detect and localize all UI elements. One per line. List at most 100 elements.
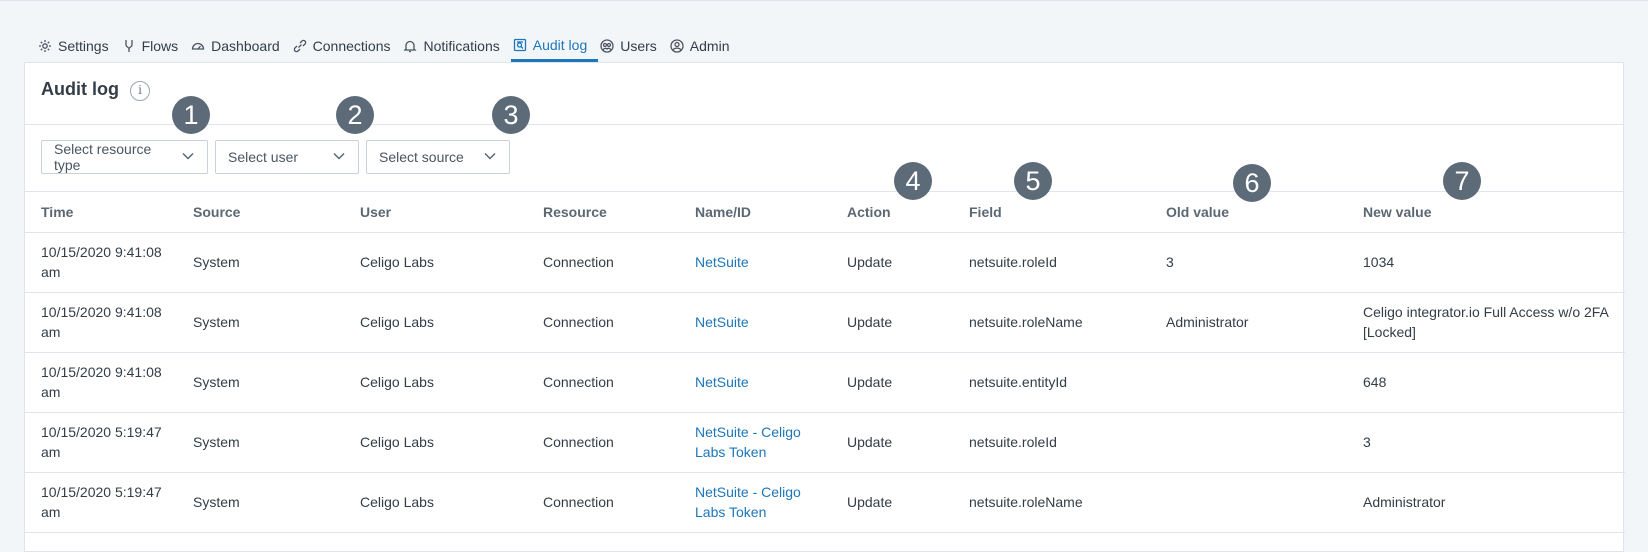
cell-resource: Connection: [527, 232, 679, 293]
cell-source: System: [177, 292, 344, 353]
tab-bar: Settings Flows Dashboard Connections Not…: [36, 30, 740, 64]
cell-new-value: Celigo integrator.io Full Access w/o 2FA…: [1347, 292, 1625, 353]
cell-action: Update: [831, 412, 953, 473]
callout-marker-3: 3: [492, 96, 530, 134]
column-header-user[interactable]: User: [344, 192, 527, 233]
cell-user: Celigo Labs: [344, 352, 527, 413]
tab-users[interactable]: Users: [598, 30, 668, 62]
select-label: Select user: [228, 149, 299, 165]
chevron-down-icon: [332, 149, 346, 166]
resource-link[interactable]: NetSuite: [695, 254, 749, 270]
cell-resource: Connection: [527, 292, 679, 353]
table-row: 10/15/2020 9:41:08 am System Celigo Labs…: [25, 352, 1625, 413]
tab-notifications[interactable]: Notifications: [401, 30, 510, 62]
cell-user: Celigo Labs: [344, 292, 527, 353]
cell-new-value: 1034: [1347, 232, 1625, 293]
gear-icon: [38, 39, 52, 53]
top-border: [0, 0, 1648, 1]
column-header-new-value[interactable]: New value: [1347, 192, 1625, 233]
resource-link[interactable]: NetSuite: [695, 314, 749, 330]
cell-time: 10/15/2020 9:41:08 am: [25, 292, 177, 353]
callout-marker-4: 4: [894, 162, 932, 200]
tab-label: Settings: [58, 38, 109, 54]
cell-time: 10/15/2020 9:41:08 am: [25, 232, 177, 293]
source-select[interactable]: Select source: [366, 140, 510, 174]
table-row: 10/15/2020 9:41:08 am System Celigo Labs…: [25, 232, 1625, 293]
admin-icon: [670, 39, 684, 53]
cell-source: System: [177, 472, 344, 533]
tab-admin[interactable]: Admin: [668, 30, 741, 62]
table-row: 10/15/2020 5:19:47 am System Celigo Labs…: [25, 472, 1625, 533]
resource-type-select[interactable]: Select resource type: [41, 140, 208, 174]
tab-dashboard[interactable]: Dashboard: [189, 30, 291, 62]
cell-field: netsuite.roleName: [953, 472, 1150, 533]
audit-log-panel: Audit log i Select resource type Select …: [24, 62, 1625, 552]
cell-field: netsuite.roleId: [953, 412, 1150, 473]
flows-icon: [122, 39, 136, 53]
table-row: 10/15/2020 9:41:08 am System Celigo Labs…: [25, 292, 1625, 353]
cell-source: System: [177, 232, 344, 293]
tab-label: Dashboard: [211, 38, 280, 54]
cell-name-id: NetSuite: [679, 232, 831, 293]
tab-audit-log[interactable]: Audit log: [510, 30, 599, 62]
tab-label: Admin: [689, 38, 730, 54]
tab-label: Connections: [312, 38, 391, 54]
callout-marker-6: 6: [1233, 164, 1271, 202]
callout-marker-7: 7: [1443, 162, 1481, 200]
select-label: Select source: [379, 149, 464, 165]
resource-link[interactable]: NetSuite - Celigo Labs Token: [695, 484, 801, 520]
column-header-name-id[interactable]: Name/ID: [679, 192, 831, 233]
tab-settings[interactable]: Settings: [36, 30, 120, 62]
tab-label: Audit log: [532, 36, 588, 53]
audit-log-icon: [513, 38, 527, 52]
cell-source: System: [177, 412, 344, 473]
column-header-source[interactable]: Source: [177, 192, 344, 233]
cell-new-value: Administrator: [1347, 472, 1625, 533]
cell-source: System: [177, 352, 344, 413]
page-title: Audit log: [41, 79, 119, 99]
cell-name-id: NetSuite - Celigo Labs Token: [679, 472, 831, 533]
dashboard-icon: [191, 39, 205, 53]
cell-user: Celigo Labs: [344, 232, 527, 293]
column-header-resource[interactable]: Resource: [527, 192, 679, 233]
cell-old-value: [1150, 352, 1347, 413]
cell-user: Celigo Labs: [344, 472, 527, 533]
bell-icon: [403, 39, 418, 53]
info-icon[interactable]: i: [130, 81, 150, 101]
table-header-row: Time Source User Resource Name/ID Action…: [25, 192, 1625, 233]
user-select[interactable]: Select user: [215, 140, 359, 174]
cell-new-value: 3: [1347, 412, 1625, 473]
resource-link[interactable]: NetSuite - Celigo Labs Token: [695, 424, 801, 460]
cell-time: 10/15/2020 5:19:47 am: [25, 412, 177, 473]
connections-icon: [293, 39, 307, 53]
tab-label: Users: [620, 38, 657, 54]
cell-name-id: NetSuite: [679, 352, 831, 413]
cell-resource: Connection: [527, 352, 679, 413]
filter-bar: Select resource type Select user Select …: [25, 125, 1623, 192]
cell-field: netsuite.roleName: [953, 292, 1150, 353]
cell-resource: Connection: [527, 472, 679, 533]
column-header-field[interactable]: Field: [953, 192, 1150, 233]
cell-action: Update: [831, 352, 953, 413]
cell-field: netsuite.roleId: [953, 232, 1150, 293]
chevron-down-icon: [483, 149, 497, 166]
select-label: Select resource type: [54, 141, 152, 173]
cell-action: Update: [831, 292, 953, 353]
callout-marker-5: 5: [1014, 162, 1052, 200]
resource-link[interactable]: NetSuite: [695, 374, 749, 390]
audit-log-table: Time Source User Resource Name/ID Action…: [25, 192, 1625, 533]
cell-time: 10/15/2020 5:19:47 am: [25, 472, 177, 533]
cell-user: Celigo Labs: [344, 412, 527, 473]
cell-name-id: NetSuite - Celigo Labs Token: [679, 412, 831, 473]
cell-time: 10/15/2020 9:41:08 am: [25, 352, 177, 413]
tab-connections[interactable]: Connections: [291, 30, 402, 62]
users-icon: [600, 39, 614, 53]
column-header-action[interactable]: Action: [831, 192, 953, 233]
chevron-down-icon: [181, 149, 195, 166]
panel-header: Audit log i: [25, 63, 1623, 125]
cell-old-value: Administrator: [1150, 292, 1347, 353]
cell-old-value: 3: [1150, 232, 1347, 293]
column-header-time[interactable]: Time: [25, 192, 177, 233]
tab-label: Notifications: [423, 38, 500, 54]
tab-flows[interactable]: Flows: [120, 30, 190, 62]
